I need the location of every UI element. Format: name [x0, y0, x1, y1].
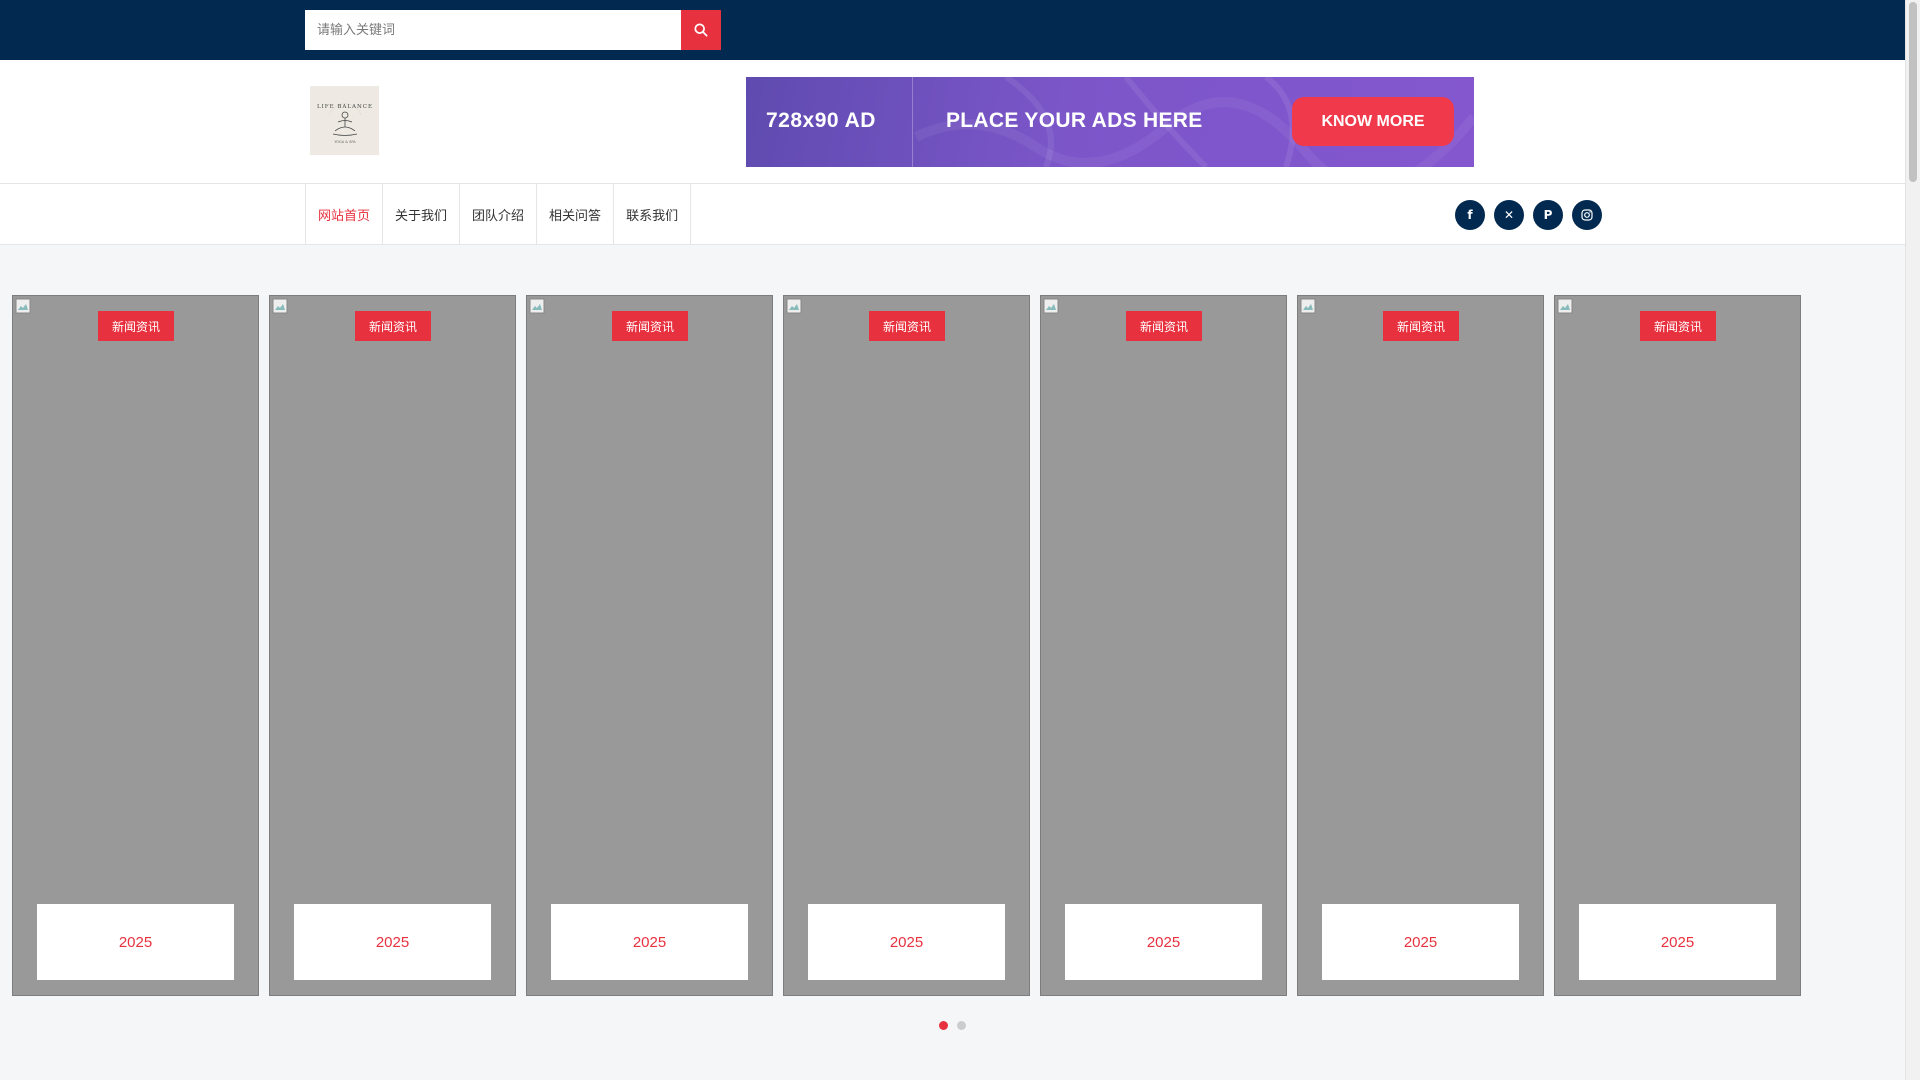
carousel-pagination	[939, 1021, 966, 1030]
card-caption: 2025	[808, 904, 1005, 980]
post-carousel: 新闻资讯 2025 新闻资讯 2025 新闻资讯 2025 新闻资讯 2025 …	[12, 295, 1801, 996]
x-icon[interactable]: ✕	[1494, 200, 1524, 230]
nav-item-about[interactable]: 关于我们	[383, 184, 461, 245]
card-title[interactable]: 2025	[1147, 934, 1180, 951]
post-card[interactable]: 新闻资讯 2025	[1297, 295, 1544, 996]
category-badge[interactable]: 新闻资讯	[612, 311, 688, 341]
card-caption: 2025	[1322, 904, 1519, 980]
facebook-icon[interactable]: f	[1455, 200, 1485, 230]
nav-item-contact[interactable]: 联系我们	[614, 184, 692, 245]
card-caption: 2025	[294, 904, 491, 980]
nav-list: 网站首页 关于我们 团队介绍 相关问答 联系我们	[305, 184, 692, 245]
card-caption: 2025	[1065, 904, 1262, 980]
ad-size-label: 728x90 AD	[766, 109, 876, 132]
post-card[interactable]: 新闻资讯 2025	[1554, 295, 1801, 996]
broken-image-icon	[1043, 298, 1059, 314]
broken-image-icon	[272, 298, 288, 314]
ad-cta-button[interactable]: KNOW MORE	[1292, 97, 1454, 146]
search-button[interactable]	[681, 10, 721, 50]
card-title[interactable]: 2025	[376, 934, 409, 951]
category-badge[interactable]: 新闻资讯	[98, 311, 174, 341]
search-icon	[694, 23, 708, 37]
post-card[interactable]: 新闻资讯 2025	[526, 295, 773, 996]
broken-image-icon	[1300, 298, 1316, 314]
card-title[interactable]: 2025	[890, 934, 923, 951]
social-links: f ✕ P	[1455, 200, 1602, 230]
card-caption: 2025	[551, 904, 748, 980]
card-caption: 2025	[37, 904, 234, 980]
card-title[interactable]: 2025	[1661, 934, 1694, 951]
broken-image-icon	[529, 298, 545, 314]
instagram-icon[interactable]	[1572, 200, 1602, 230]
broken-image-icon	[1557, 298, 1573, 314]
nav-item-faq[interactable]: 相关问答	[537, 184, 615, 245]
search-input[interactable]	[305, 10, 681, 50]
main-nav: 网站首页 关于我们 团队介绍 相关问答 联系我们 f ✕ P	[0, 184, 1905, 245]
broken-image-icon	[15, 298, 31, 314]
top-bar	[0, 0, 1905, 60]
post-card[interactable]: 新闻资讯 2025	[12, 295, 259, 996]
broken-image-icon	[786, 298, 802, 314]
category-badge[interactable]: 新闻资讯	[1640, 311, 1716, 341]
post-card[interactable]: 新闻资讯 2025	[783, 295, 1030, 996]
ad-banner[interactable]: 728x90 AD PLACE YOUR ADS HERE KNOW MORE	[746, 77, 1474, 167]
category-badge[interactable]: 新闻资讯	[355, 311, 431, 341]
svg-text:YOGA & SPA: YOGA & SPA	[334, 140, 356, 144]
pagination-dot[interactable]	[957, 1021, 966, 1030]
pinterest-icon[interactable]: P	[1533, 200, 1563, 230]
category-badge[interactable]: 新闻资讯	[869, 311, 945, 341]
ad-headline: PLACE YOUR ADS HERE	[946, 109, 1203, 132]
site-logo[interactable]: LIFE BALANCE YOGA & SPA	[310, 86, 379, 155]
ad-divider	[912, 77, 913, 167]
page-scrollbar[interactable]	[1905, 0, 1920, 1080]
card-title[interactable]: 2025	[633, 934, 666, 951]
category-badge[interactable]: 新闻资讯	[1126, 311, 1202, 341]
post-card[interactable]: 新闻资讯 2025	[269, 295, 516, 996]
category-badge[interactable]: 新闻资讯	[1383, 311, 1459, 341]
nav-item-team[interactable]: 团队介绍	[460, 184, 538, 245]
search-box	[305, 10, 721, 50]
nav-item-home[interactable]: 网站首页	[306, 184, 384, 245]
post-card[interactable]: 新闻资讯 2025	[1040, 295, 1287, 996]
pagination-dot[interactable]	[939, 1021, 948, 1030]
instagram-glyph-icon	[1581, 209, 1593, 221]
svg-text:LIFE BALANCE: LIFE BALANCE	[316, 104, 372, 110]
card-title[interactable]: 2025	[119, 934, 152, 951]
yoga-logo-icon: LIFE BALANCE YOGA & SPA	[316, 103, 372, 144]
site-header: LIFE BALANCE YOGA & SPA 728x90 AD PLACE …	[0, 60, 1905, 184]
card-title[interactable]: 2025	[1404, 934, 1437, 951]
card-caption: 2025	[1579, 904, 1776, 980]
scrollbar-thumb[interactable]	[1909, 2, 1917, 182]
